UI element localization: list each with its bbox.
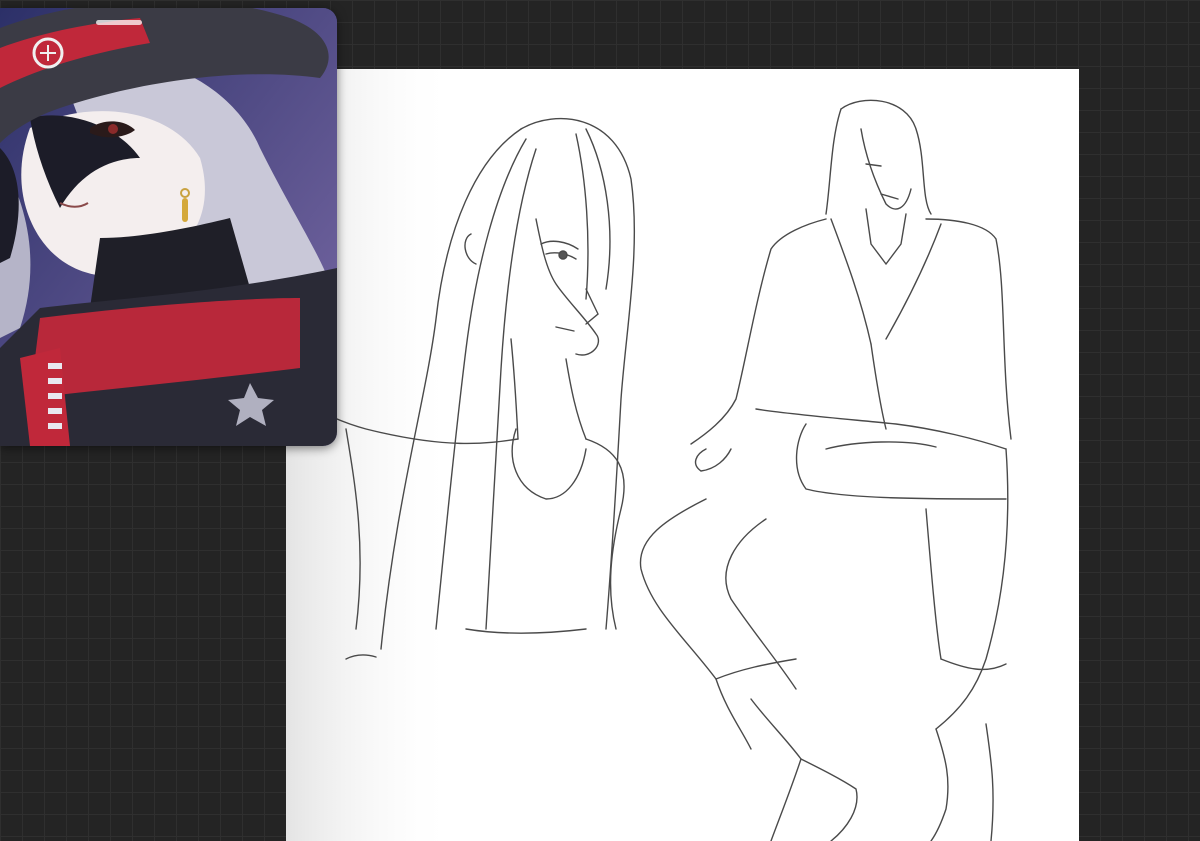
reference-image xyxy=(0,8,337,446)
seated-figure-sketch xyxy=(639,99,1012,841)
reference-image-window[interactable] xyxy=(0,8,337,446)
sketch-layer xyxy=(286,69,1012,841)
drawing-canvas[interactable] xyxy=(286,69,1079,841)
window-grab-handle[interactable] xyxy=(96,20,142,25)
